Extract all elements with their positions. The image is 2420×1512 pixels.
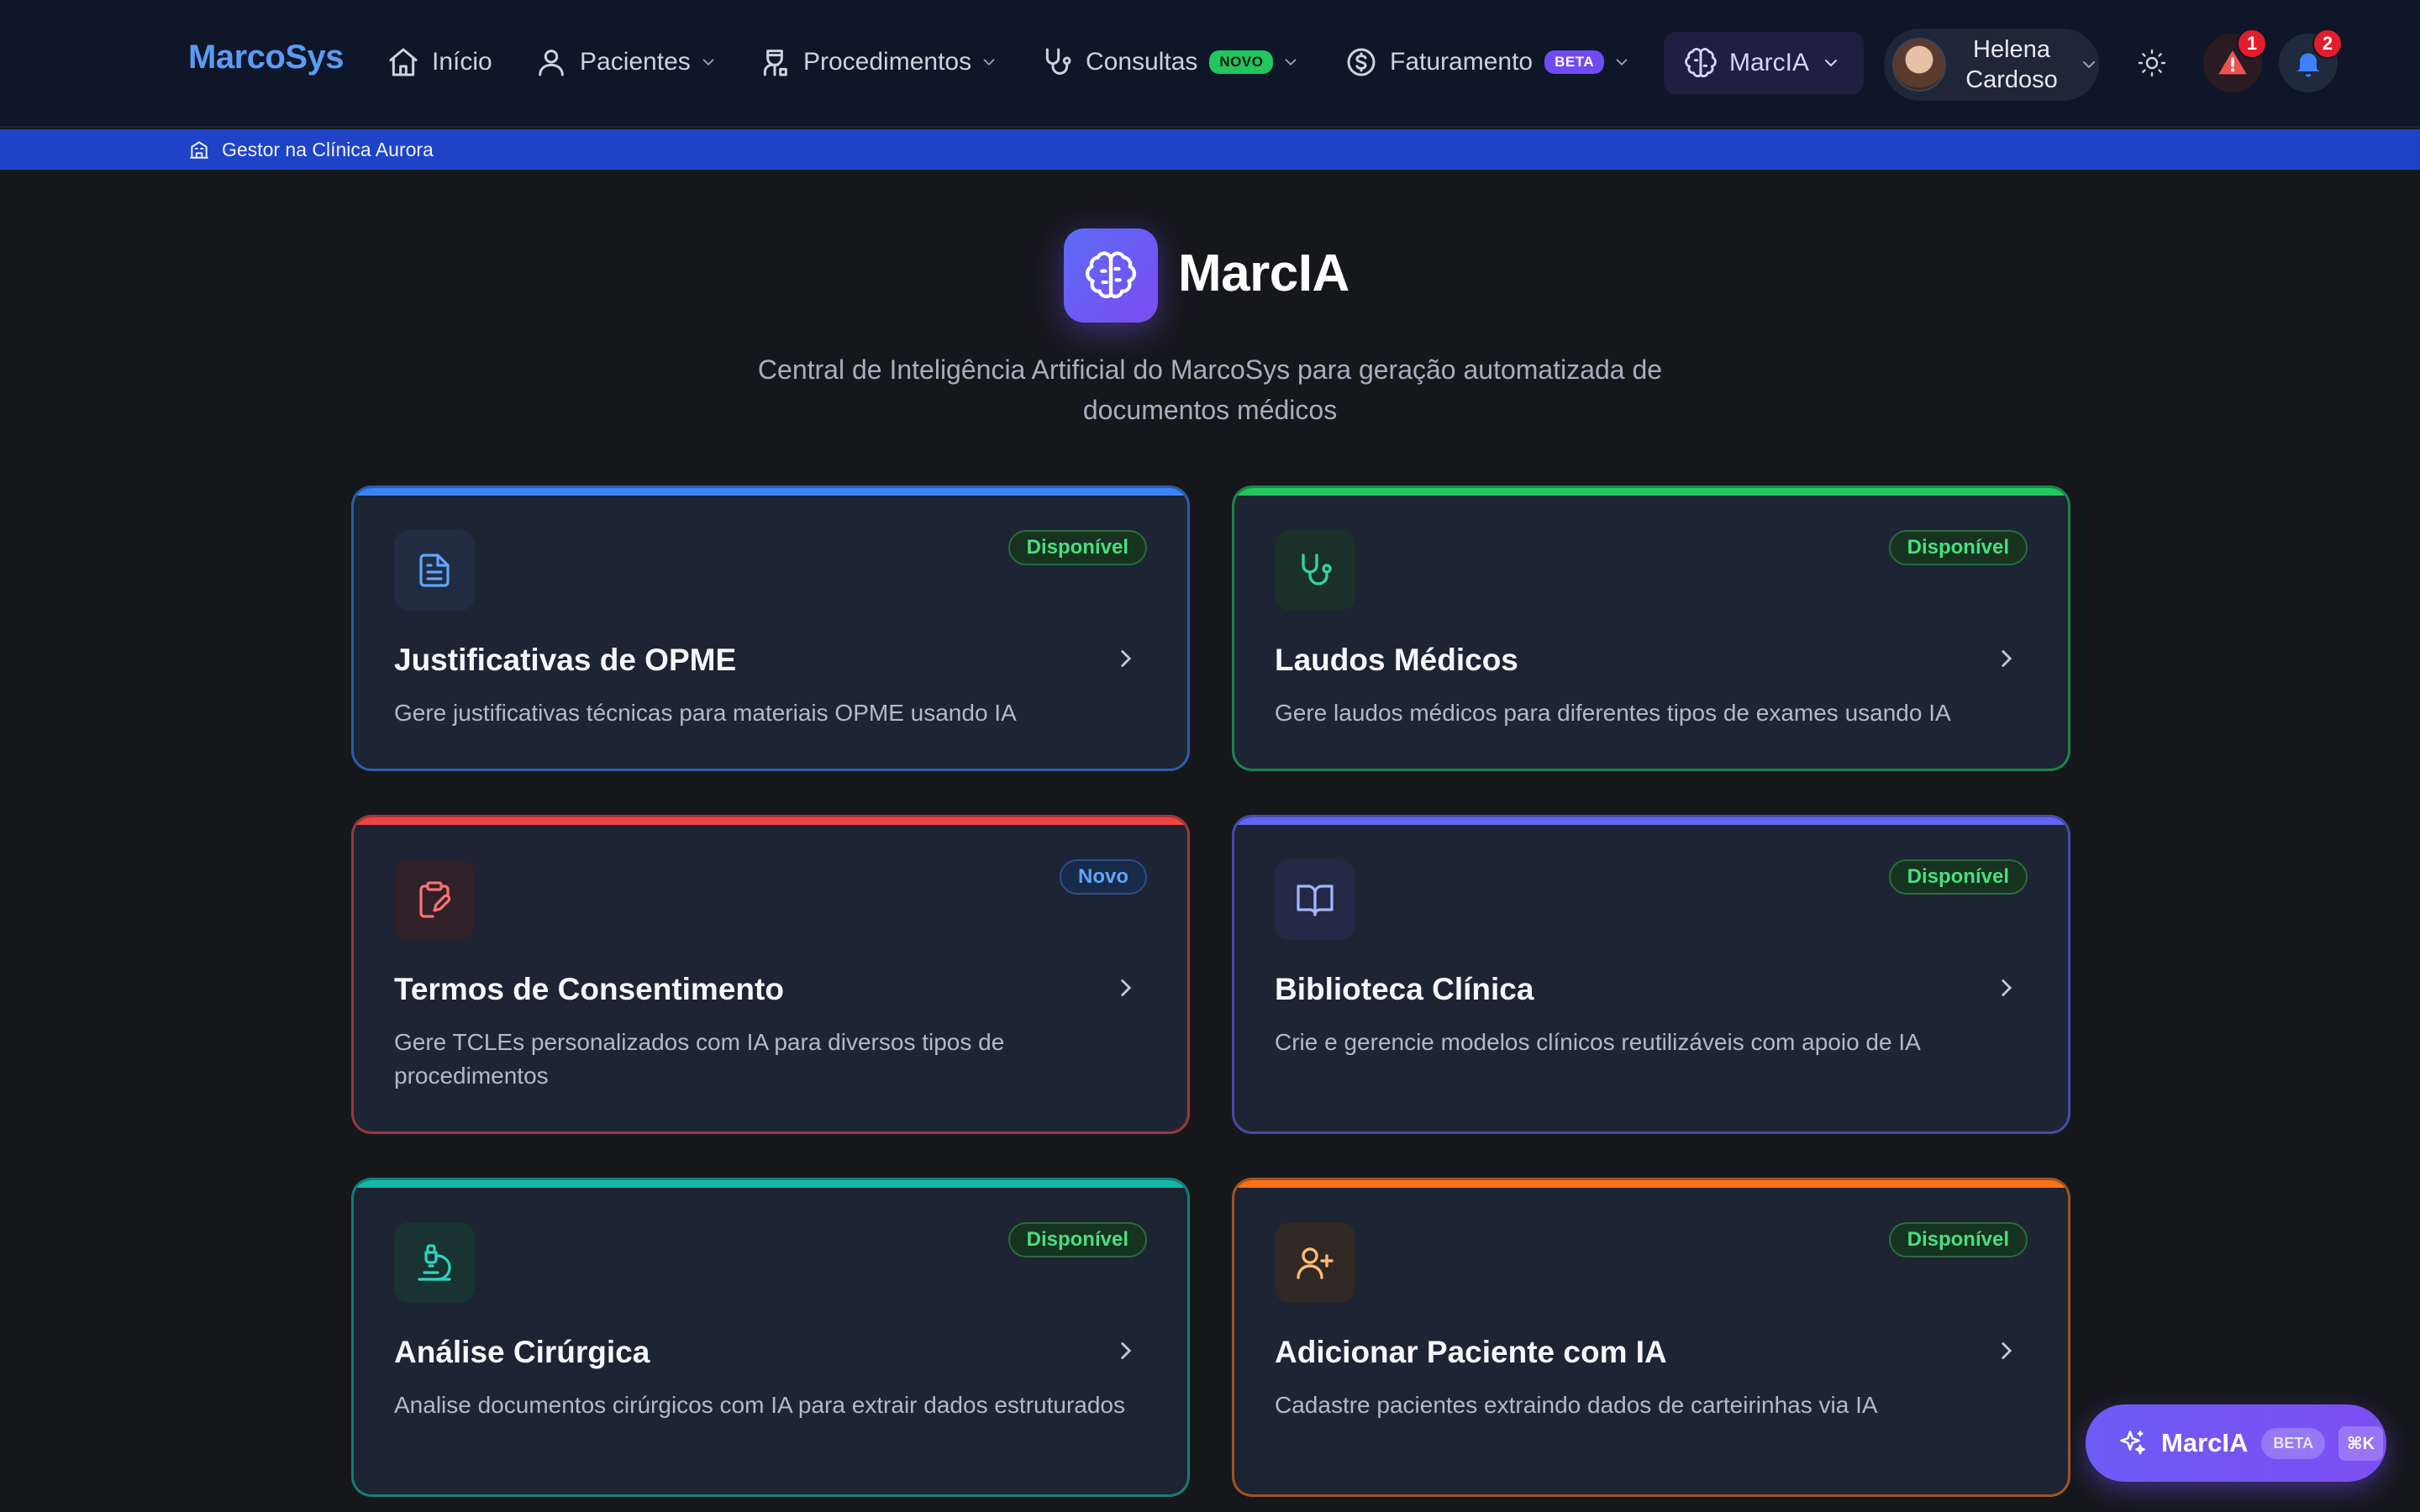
book-open-icon	[1297, 885, 1334, 916]
nav-item-inicio[interactable]: Início	[387, 40, 492, 84]
nav-item-label: Procedimentos	[803, 48, 972, 76]
card-accent-line	[1234, 1180, 2068, 1188]
card-title: Laudos Médicos	[1275, 643, 1518, 677]
file-text-icon	[419, 554, 450, 587]
card-title: Termos de Consentimento	[394, 972, 784, 1006]
chevron-down-icon	[1286, 59, 1297, 66]
card-accent-line	[354, 817, 1187, 825]
chevron-right-icon	[2002, 650, 2012, 667]
nav-item-label: Consultas	[1086, 48, 1198, 76]
nav-item-label: MarcIA	[1729, 49, 1810, 76]
alerts-count-badge: 1	[2237, 29, 2267, 59]
nav-item-faturamento[interactable]: Faturamento BETA	[1344, 40, 1631, 84]
building-icon	[190, 141, 208, 159]
feature-card-analise-cirurgica[interactable]: Disponível Análise Cirúrgica Analise doc…	[351, 1178, 1190, 1497]
card-title: Biblioteca Clínica	[1275, 972, 1534, 1006]
card-icon-box	[394, 859, 475, 940]
status-badge: Disponível	[1888, 1222, 2028, 1257]
card-description: Gere TCLEs personalizados com IA para di…	[394, 1029, 1005, 1089]
chevron-down-icon	[2083, 61, 2095, 69]
card-description: Cadastre pacientes extraindo dados de ca…	[1275, 1392, 1878, 1418]
nav-item-label: Início	[432, 48, 492, 76]
new-badge: NOVO	[1209, 50, 1274, 74]
user-name: Helena Cardoso	[1953, 34, 2070, 95]
user-menu[interactable]: Helena Cardoso	[1884, 29, 2099, 101]
card-title: Justificativas de OPME	[394, 643, 737, 677]
sun-icon	[2138, 49, 2166, 77]
status-badge: Disponível	[1007, 1222, 1147, 1257]
chevron-down-icon	[1616, 59, 1628, 66]
chevron-right-icon	[2002, 1342, 2012, 1359]
alerts-button[interactable]: 1	[2203, 29, 2267, 92]
chevron-down-icon	[1825, 60, 1838, 67]
card-accent-line	[354, 488, 1187, 496]
page-title: MarcIA	[1178, 244, 1349, 302]
chevron-down-icon	[702, 59, 714, 66]
user-last-name: Cardoso	[1965, 66, 2058, 93]
stethoscope-icon	[1045, 48, 1071, 75]
chevron-down-icon	[983, 59, 995, 66]
feature-card-adicionar-paciente[interactable]: Disponível Adicionar Paciente com IA Cad…	[1232, 1178, 2070, 1497]
beta-badge: BETA	[1544, 50, 1605, 74]
notifications-button[interactable]: 2	[2279, 29, 2343, 92]
card-icon-box	[1275, 530, 1355, 611]
stethoscope-icon	[1302, 554, 1332, 585]
marcia-logo	[1064, 228, 1158, 323]
card-accent-line	[1234, 817, 2068, 825]
feature-card-biblioteca[interactable]: Disponível Biblioteca Clínica Crie e ger…	[1232, 815, 2070, 1134]
card-description: Analise documentos cirúrgicos com IA par…	[394, 1392, 1125, 1418]
top-navbar: MarcoSys Início Pacientes Procedimentos …	[0, 0, 2420, 128]
card-icon-box	[394, 530, 475, 611]
sparkles-icon	[2120, 1431, 2145, 1455]
feature-card-opme[interactable]: Disponível Justificativas de OPME Gere j…	[351, 486, 1190, 771]
chevron-right-icon	[1121, 979, 1132, 996]
user-icon	[539, 50, 564, 76]
clinic-label: Gestor na Clínica Aurora	[222, 138, 434, 160]
card-description: Gere laudos médicos para diferentes tipo…	[1275, 700, 1951, 726]
card-icon-box	[394, 1222, 475, 1303]
card-accent-line	[1234, 488, 2068, 496]
clinic-context-bar: Gestor na Clínica Aurora	[0, 129, 2420, 170]
status-badge: Novo	[1060, 859, 1147, 895]
microscope-icon	[418, 1244, 451, 1281]
card-title: Adicionar Paciente com IA	[1275, 1335, 1667, 1369]
status-badge: Disponível	[1888, 859, 2028, 895]
page-subtitle: Central de Inteligência Artificial do Ma…	[757, 354, 1663, 425]
user-plus-icon	[1297, 1247, 1334, 1279]
status-badge: Disponível	[1888, 530, 2028, 565]
feature-card-consentimento[interactable]: Novo Termos de Consentimento Gere TCLEs …	[351, 815, 1190, 1134]
keyboard-shortcut: ⌘K	[2338, 1425, 2384, 1461]
nav-item-label: Pacientes	[580, 48, 691, 76]
fab-label: MarcIA	[2161, 1428, 2249, 1457]
nav-item-procedimentos[interactable]: Procedimentos	[758, 40, 998, 84]
nav-item-consultas[interactable]: Consultas NOVO	[1040, 40, 1300, 84]
marcia-assistant-button[interactable]: MarcIA BETA ⌘K	[2086, 1404, 2386, 1482]
notifications-count-badge: 2	[2312, 29, 2343, 59]
clipboard-pen-icon	[419, 881, 451, 918]
beta-badge: BETA	[2261, 1427, 2326, 1459]
card-description: Crie e gerencie modelos clínicos reutili…	[1275, 1029, 1921, 1055]
surgeon-icon	[763, 50, 787, 76]
card-icon-box	[1275, 859, 1355, 940]
user-first-name: Helena	[1973, 36, 2050, 63]
chevron-right-icon	[2002, 979, 2012, 996]
brain-icon	[1085, 251, 1137, 299]
brain-icon	[1685, 48, 1717, 77]
nav-item-pacientes[interactable]: Pacientes	[534, 40, 718, 84]
status-badge: Disponível	[1007, 530, 1147, 565]
card-title: Análise Cirúrgica	[394, 1335, 650, 1369]
chevron-right-icon	[1121, 1342, 1132, 1359]
home-icon	[389, 48, 418, 76]
avatar	[1892, 38, 1946, 92]
chevron-right-icon	[1121, 650, 1132, 667]
nav-item-marcia[interactable]: MarcIA	[1664, 32, 1864, 94]
theme-toggle-button[interactable]	[2123, 34, 2181, 92]
dollar-circle-icon	[1347, 48, 1376, 76]
card-accent-line	[354, 1180, 1187, 1188]
nav-item-label: Faturamento	[1390, 48, 1534, 76]
feature-card-laudos[interactable]: Disponível Laudos Médicos Gere laudos mé…	[1232, 486, 2070, 771]
card-icon-box	[1275, 1222, 1355, 1303]
card-description: Gere justificativas técnicas para materi…	[394, 700, 1017, 726]
brand-logo[interactable]: MarcoSys	[188, 39, 344, 76]
